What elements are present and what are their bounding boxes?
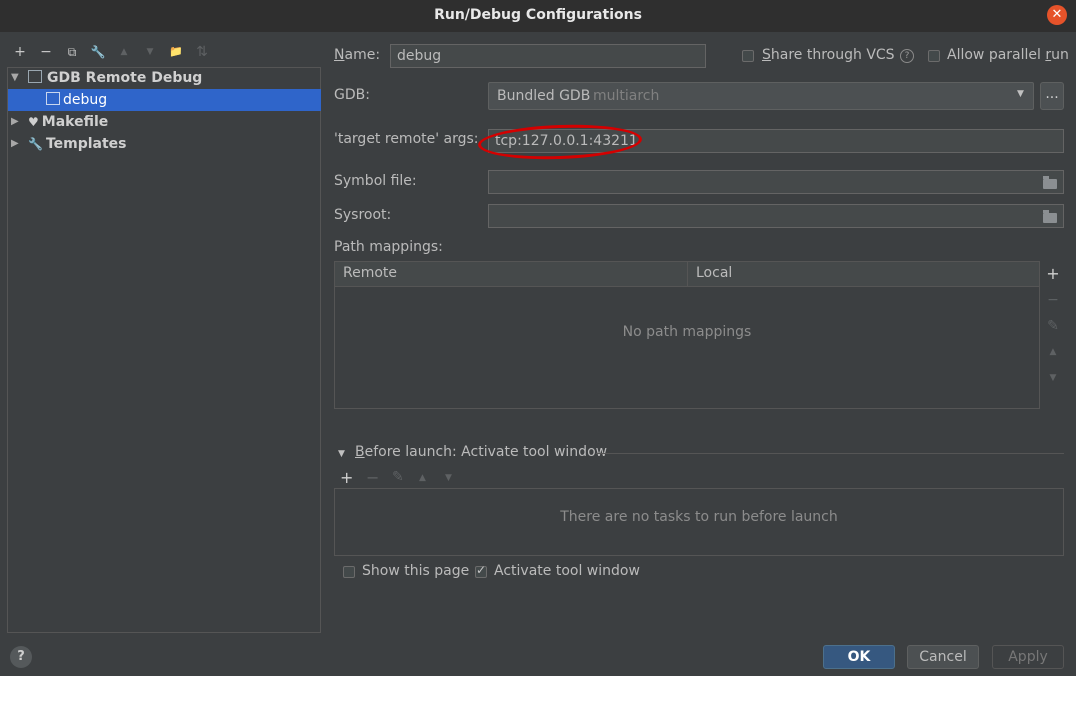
title-bar: Run/Debug Configurations ✕	[0, 0, 1076, 32]
label-text: ame:	[344, 47, 381, 63]
tree-item-makefile[interactable]: ♥ Makefile	[28, 111, 108, 133]
before-launch-heading[interactable]: Before launch: Activate tool window	[355, 444, 607, 460]
wrench-icon: 🔧	[28, 137, 43, 151]
remove-task-icon[interactable]: −	[366, 468, 379, 487]
gdb-config-icon	[46, 92, 60, 105]
gdb-browse-button[interactable]: ...	[1040, 82, 1064, 110]
tree-item-debug[interactable]: debug	[46, 89, 107, 111]
move-down-icon[interactable]: ▼	[141, 43, 159, 61]
remove-mapping-icon[interactable]: −	[1040, 288, 1066, 312]
collapsed-arrow-icon[interactable]: ▶	[11, 138, 19, 149]
gdb-select-value: Bundled GDB	[497, 88, 591, 104]
tree-item-label: Templates	[45, 136, 127, 152]
folder-icon[interactable]	[1043, 210, 1057, 223]
gdb-select-suffix: multiarch	[593, 88, 660, 104]
tree-item-gdb-remote-debug[interactable]: GDB Remote Debug	[28, 67, 202, 89]
share-vcs-label[interactable]: Share through VCS	[762, 47, 895, 63]
copy-configuration-icon[interactable]: ⧉	[63, 43, 81, 61]
tree-item-templates[interactable]: 🔧 Templates	[28, 133, 127, 155]
show-this-page-checkbox[interactable]	[343, 566, 355, 578]
symbol-file-label: Symbol file:	[334, 173, 417, 189]
ok-button[interactable]: OK	[823, 645, 895, 669]
add-configuration-icon[interactable]: +	[11, 43, 29, 61]
gdb-config-icon	[28, 70, 42, 83]
sort-icon[interactable]: ⇅	[193, 43, 211, 61]
collapsed-arrow-icon[interactable]: ▶	[11, 116, 19, 127]
column-local[interactable]: Local	[696, 265, 732, 281]
symbol-file-input[interactable]	[488, 170, 1064, 194]
move-up-icon[interactable]: ▲	[419, 473, 426, 483]
move-up-icon[interactable]: ▲	[115, 43, 133, 61]
help-button[interactable]: ?	[10, 646, 32, 668]
path-mappings-label: Path mappings:	[334, 239, 443, 255]
mnemonic: B	[355, 444, 365, 460]
add-mapping-icon[interactable]: +	[1040, 262, 1066, 286]
tree-item-label: debug	[63, 92, 108, 108]
before-launch-task-list[interactable]: There are no tasks to run before launch	[334, 488, 1064, 556]
name-input[interactable]: debug	[390, 44, 706, 68]
gdb-select[interactable]: Bundled GDB multiarch ▼	[488, 82, 1034, 110]
mnemonic: S	[762, 47, 771, 63]
activate-tool-window-label[interactable]: Activate tool window	[494, 563, 640, 579]
run-debug-dialog: Run/Debug Configurations ✕ + − ⧉ 🔧 ▲ ▼ 📁…	[0, 0, 1076, 676]
move-down-icon[interactable]: ▼	[445, 473, 452, 483]
activate-tool-window-checkbox[interactable]	[475, 563, 487, 578]
edit-mapping-icon[interactable]: ✎	[1040, 314, 1066, 338]
close-icon[interactable]: ✕	[1047, 5, 1067, 25]
chevron-down-icon: ▼	[1017, 89, 1024, 99]
remove-configuration-icon[interactable]: −	[37, 43, 55, 61]
column-divider	[687, 262, 688, 286]
name-label: Name:	[334, 47, 380, 63]
move-up-icon[interactable]: ▲	[1040, 340, 1066, 364]
table-header: Remote Local	[335, 262, 1039, 287]
makefile-icon: ♥	[28, 115, 39, 129]
sysroot-input[interactable]	[488, 204, 1064, 228]
label-text: efore launch: Activate tool window	[364, 444, 608, 460]
folder-icon[interactable]	[1043, 176, 1057, 189]
mnemonic: N	[334, 47, 345, 63]
help-icon[interactable]: ?	[900, 49, 914, 63]
section-divider	[596, 453, 1064, 454]
cancel-button[interactable]: Cancel	[907, 645, 979, 669]
gdb-label: GDB:	[334, 87, 370, 103]
sysroot-label: Sysroot:	[334, 207, 392, 223]
allow-parallel-checkbox[interactable]	[928, 50, 940, 62]
allow-parallel-label[interactable]: Allow parallel run	[947, 47, 1069, 63]
apply-button[interactable]: Apply	[992, 645, 1064, 669]
tree-group-label: GDB Remote Debug	[47, 70, 203, 86]
edit-defaults-icon[interactable]: 🔧	[89, 43, 107, 61]
column-remote[interactable]: Remote	[343, 265, 397, 281]
path-mappings-table[interactable]: Remote Local No path mappings	[334, 261, 1040, 409]
share-vcs-checkbox[interactable]	[742, 50, 754, 62]
add-task-icon[interactable]: +	[340, 468, 353, 487]
expanded-arrow-icon[interactable]: ▼	[11, 72, 19, 83]
label-text: un	[1051, 47, 1069, 63]
dialog-title: Run/Debug Configurations	[434, 7, 642, 23]
empty-table-text: No path mappings	[622, 324, 752, 340]
move-down-icon[interactable]: ▼	[1040, 366, 1066, 390]
label-text: Allow parallel	[947, 47, 1046, 63]
tree-item-label: Makefile	[41, 114, 109, 130]
collapse-arrow-icon[interactable]: ▼	[338, 449, 345, 459]
target-remote-label: 'target remote' args:	[334, 131, 479, 147]
label-text: hare through VCS	[770, 47, 895, 63]
folder-icon[interactable]: 📁	[167, 43, 185, 61]
show-this-page-label[interactable]: Show this page	[362, 563, 469, 579]
empty-tasks-text: There are no tasks to run before launch	[560, 509, 838, 525]
edit-task-icon[interactable]: ✎	[392, 469, 404, 485]
